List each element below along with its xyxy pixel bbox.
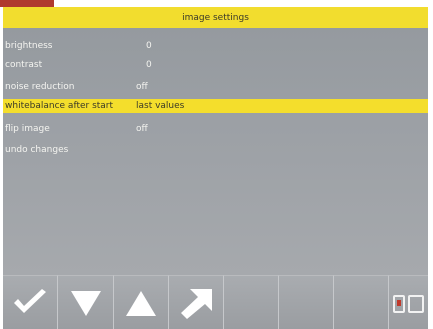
softkey-5-button[interactable]: [224, 275, 279, 329]
softkey-7-button[interactable]: [334, 275, 389, 329]
arrow-diagonal-icon: [181, 288, 212, 319]
confirm-button[interactable]: [3, 275, 58, 329]
menu-item-value: 0: [146, 41, 152, 51]
softkey-toolbar: [3, 275, 428, 329]
menu-item-contrast[interactable]: contrast 0: [3, 58, 428, 72]
menu-item-label: undo changes: [5, 145, 69, 155]
menu-item-value: last values: [136, 101, 185, 111]
down-button[interactable]: [58, 275, 114, 329]
page-title: image settings: [182, 12, 249, 23]
menu-item-brightness[interactable]: brightness 0: [3, 39, 428, 53]
screen-edge: [428, 7, 433, 329]
menu-item-noise-reduction[interactable]: noise reduction off: [3, 80, 428, 94]
up-button[interactable]: [114, 275, 169, 329]
menu-item-undo-changes[interactable]: undo changes: [3, 143, 428, 157]
menu-item-label: brightness: [5, 41, 53, 51]
menu-item-label: noise reduction: [5, 82, 75, 92]
arrow-up-icon: [126, 290, 156, 316]
menu-item-label: flip image: [5, 124, 50, 134]
menu-item-value: off: [136, 82, 148, 92]
menu-item-flip-image[interactable]: flip image off: [3, 122, 428, 136]
battery-card-icon: [392, 294, 424, 313]
menu-item-label: contrast: [5, 60, 43, 70]
settings-menu: brightness 0 contrast 0 noise reduction …: [3, 28, 428, 275]
menu-item-value: 0: [146, 60, 152, 70]
brand-tab: [0, 0, 54, 7]
status-button[interactable]: [389, 275, 428, 329]
menu-item-label: whitebalance after start: [5, 101, 114, 111]
checkmark-icon: [14, 288, 46, 313]
menu-item-value: off: [136, 124, 148, 134]
softkey-6-button[interactable]: [279, 275, 334, 329]
title-bar: image settings: [3, 7, 428, 28]
diagonal-button[interactable]: [169, 275, 224, 329]
menu-item-whitebalance[interactable]: whitebalance after start last values: [3, 99, 428, 113]
device-screen: image settings brightness 0 contrast 0 n…: [0, 0, 433, 329]
arrow-down-icon: [70, 290, 101, 316]
